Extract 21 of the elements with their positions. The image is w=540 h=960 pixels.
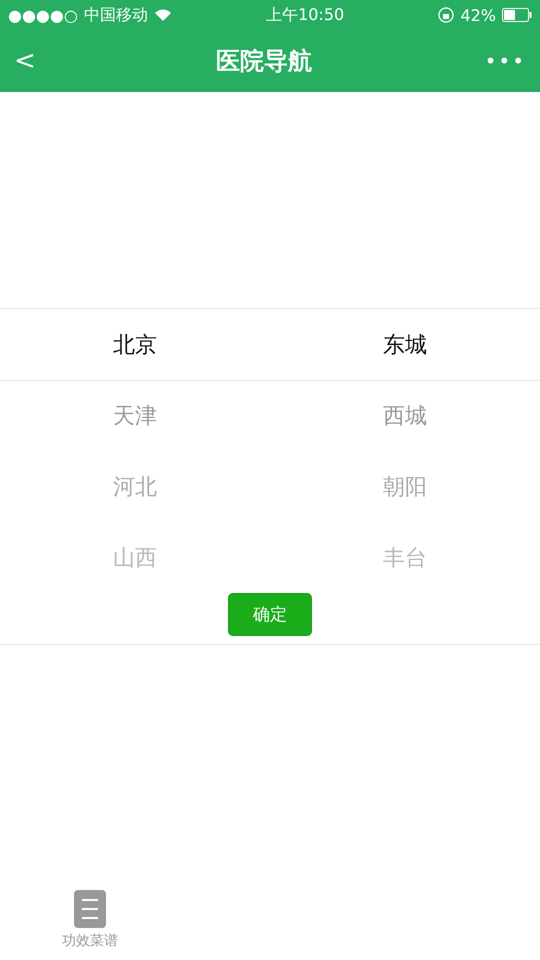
more-button[interactable]: ••• [474,49,526,73]
page-title: 医院导航 [215,46,313,77]
picker-option[interactable]: 山西 [113,522,157,593]
status-time: 上午10:50 [266,4,344,26]
menu-list-icon[interactable] [74,890,106,928]
wifi-icon [154,8,172,22]
picker-option[interactable]: 天津 [113,380,157,451]
picker-option[interactable]: 丰台 [383,522,427,593]
picker-option[interactable]: 西城 [383,380,427,451]
picker-option[interactable]: 北京 [113,309,157,380]
picker-option[interactable]: 东城 [383,309,427,380]
battery-icon [502,8,532,22]
picker-option[interactable]: 河北 [113,451,157,522]
tab-label[interactable]: 功效菜谱 [62,932,118,950]
battery-percent: 42% [460,6,496,24]
picker-option[interactable]: 朝阳 [383,451,427,522]
rotation-lock-icon [438,7,454,23]
carrier-name: 中国移动 [84,4,148,26]
confirm-button[interactable]: 确定 [228,593,312,636]
signal-strength: ●●●●○ [8,6,78,24]
back-button[interactable]: < [14,46,54,76]
